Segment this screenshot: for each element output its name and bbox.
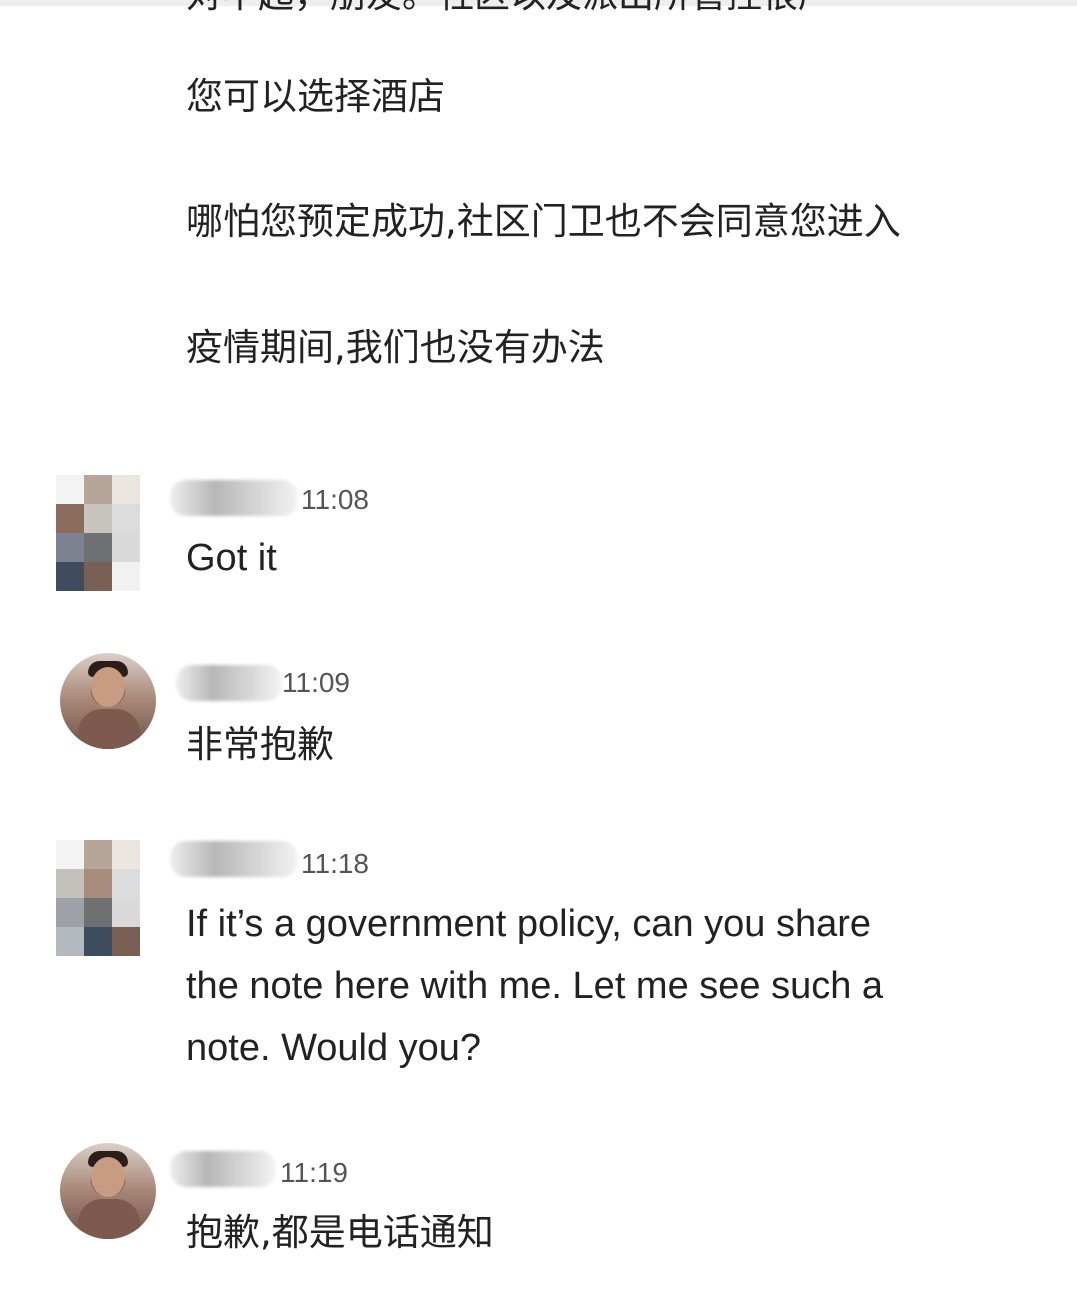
message-text-line: note. Would you? bbox=[186, 1027, 482, 1069]
sender-name-blurred bbox=[170, 841, 298, 877]
pixelated-avatar-icon[interactable] bbox=[56, 475, 140, 591]
timestamp: 11:19 bbox=[280, 1157, 348, 1188]
person-photo-avatar-icon[interactable] bbox=[60, 1143, 156, 1239]
message-text-line: 您可以选择酒店 bbox=[186, 75, 445, 118]
message-text-cut: 对不起，朋友。社区以及派出所管控很严 bbox=[186, 0, 966, 18]
person-photo-avatar-icon[interactable] bbox=[60, 653, 156, 749]
message-text-line: the note here with me. Let me see such a bbox=[186, 965, 884, 1007]
message-text-line: If it’s a government policy, can you sha… bbox=[186, 903, 872, 945]
message-text-line: 哪怕您预定成功,社区门卫也不会同意您进入 bbox=[186, 200, 901, 243]
sender-name-blurred bbox=[170, 1151, 276, 1187]
timestamp: 11:18 bbox=[301, 848, 369, 879]
message-text: Got it bbox=[186, 537, 277, 579]
message-text: 非常抱歉 bbox=[186, 723, 334, 766]
pixelated-avatar-icon[interactable] bbox=[56, 840, 140, 956]
message-text: 抱歉,都是电话通知 bbox=[186, 1211, 494, 1254]
timestamp: 11:08 bbox=[301, 484, 369, 515]
message-text-line: 疫情期间,我们也没有办法 bbox=[186, 326, 605, 369]
sender-name-blurred bbox=[170, 480, 298, 516]
timestamp: 11:09 bbox=[282, 667, 350, 698]
sender-name-blurred bbox=[176, 665, 282, 701]
